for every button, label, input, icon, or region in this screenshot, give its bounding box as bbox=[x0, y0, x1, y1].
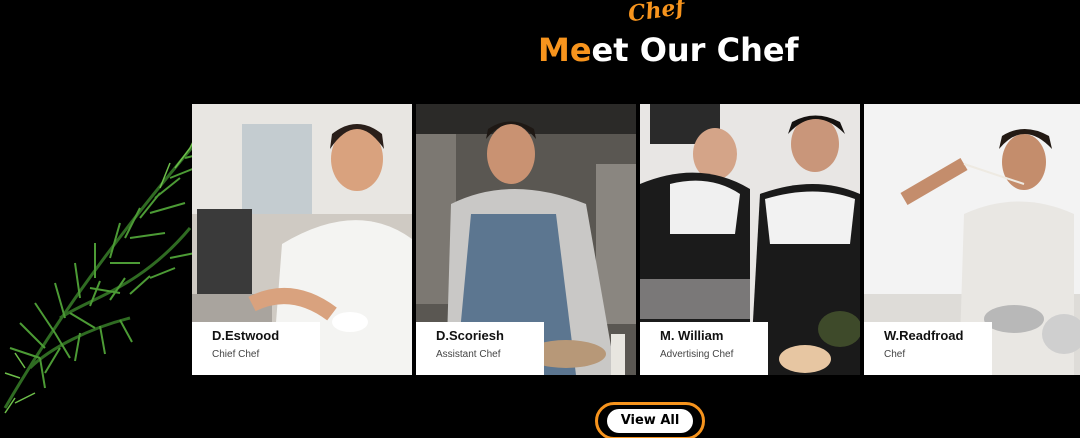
chef-section: Chef Meet Our Chef D.Estwood Chief Chef … bbox=[0, 0, 1080, 438]
chef-name: W.Readfroad bbox=[884, 328, 964, 343]
chef-name: D.Scoriesh bbox=[436, 328, 504, 343]
section-title-rest: et Our Chef bbox=[591, 31, 799, 69]
section-script-label: Chef bbox=[626, 0, 687, 28]
herb-decoration-image bbox=[3, 127, 205, 414]
chef-info: M. William Advertising Chef bbox=[640, 322, 768, 375]
chef-info: D.Estwood Chief Chef bbox=[192, 322, 320, 375]
chef-role: Chief Chef bbox=[212, 349, 260, 360]
chef-name: M. William bbox=[660, 328, 724, 343]
chef-card[interactable]: D.Scoriesh Assistant Chef bbox=[416, 104, 636, 375]
chef-role: Chef bbox=[884, 349, 906, 360]
chef-role: Advertising Chef bbox=[660, 349, 734, 360]
section-title: Meet Our Chef bbox=[538, 30, 798, 70]
view-all-button-label: View All bbox=[606, 409, 694, 433]
chef-info: W.Readfroad Chef bbox=[864, 322, 992, 375]
chef-card[interactable]: D.Estwood Chief Chef bbox=[192, 104, 412, 375]
view-all-button[interactable]: View All bbox=[595, 402, 705, 438]
chef-name: D.Estwood bbox=[212, 328, 280, 343]
chef-card[interactable]: W.Readfroad Chef bbox=[864, 104, 1080, 375]
chef-card[interactable]: M. William Advertising Chef bbox=[640, 104, 860, 375]
chef-role: Assistant Chef bbox=[436, 349, 501, 360]
chef-info: D.Scoriesh Assistant Chef bbox=[416, 322, 544, 375]
section-title-accent: Me bbox=[538, 31, 592, 69]
